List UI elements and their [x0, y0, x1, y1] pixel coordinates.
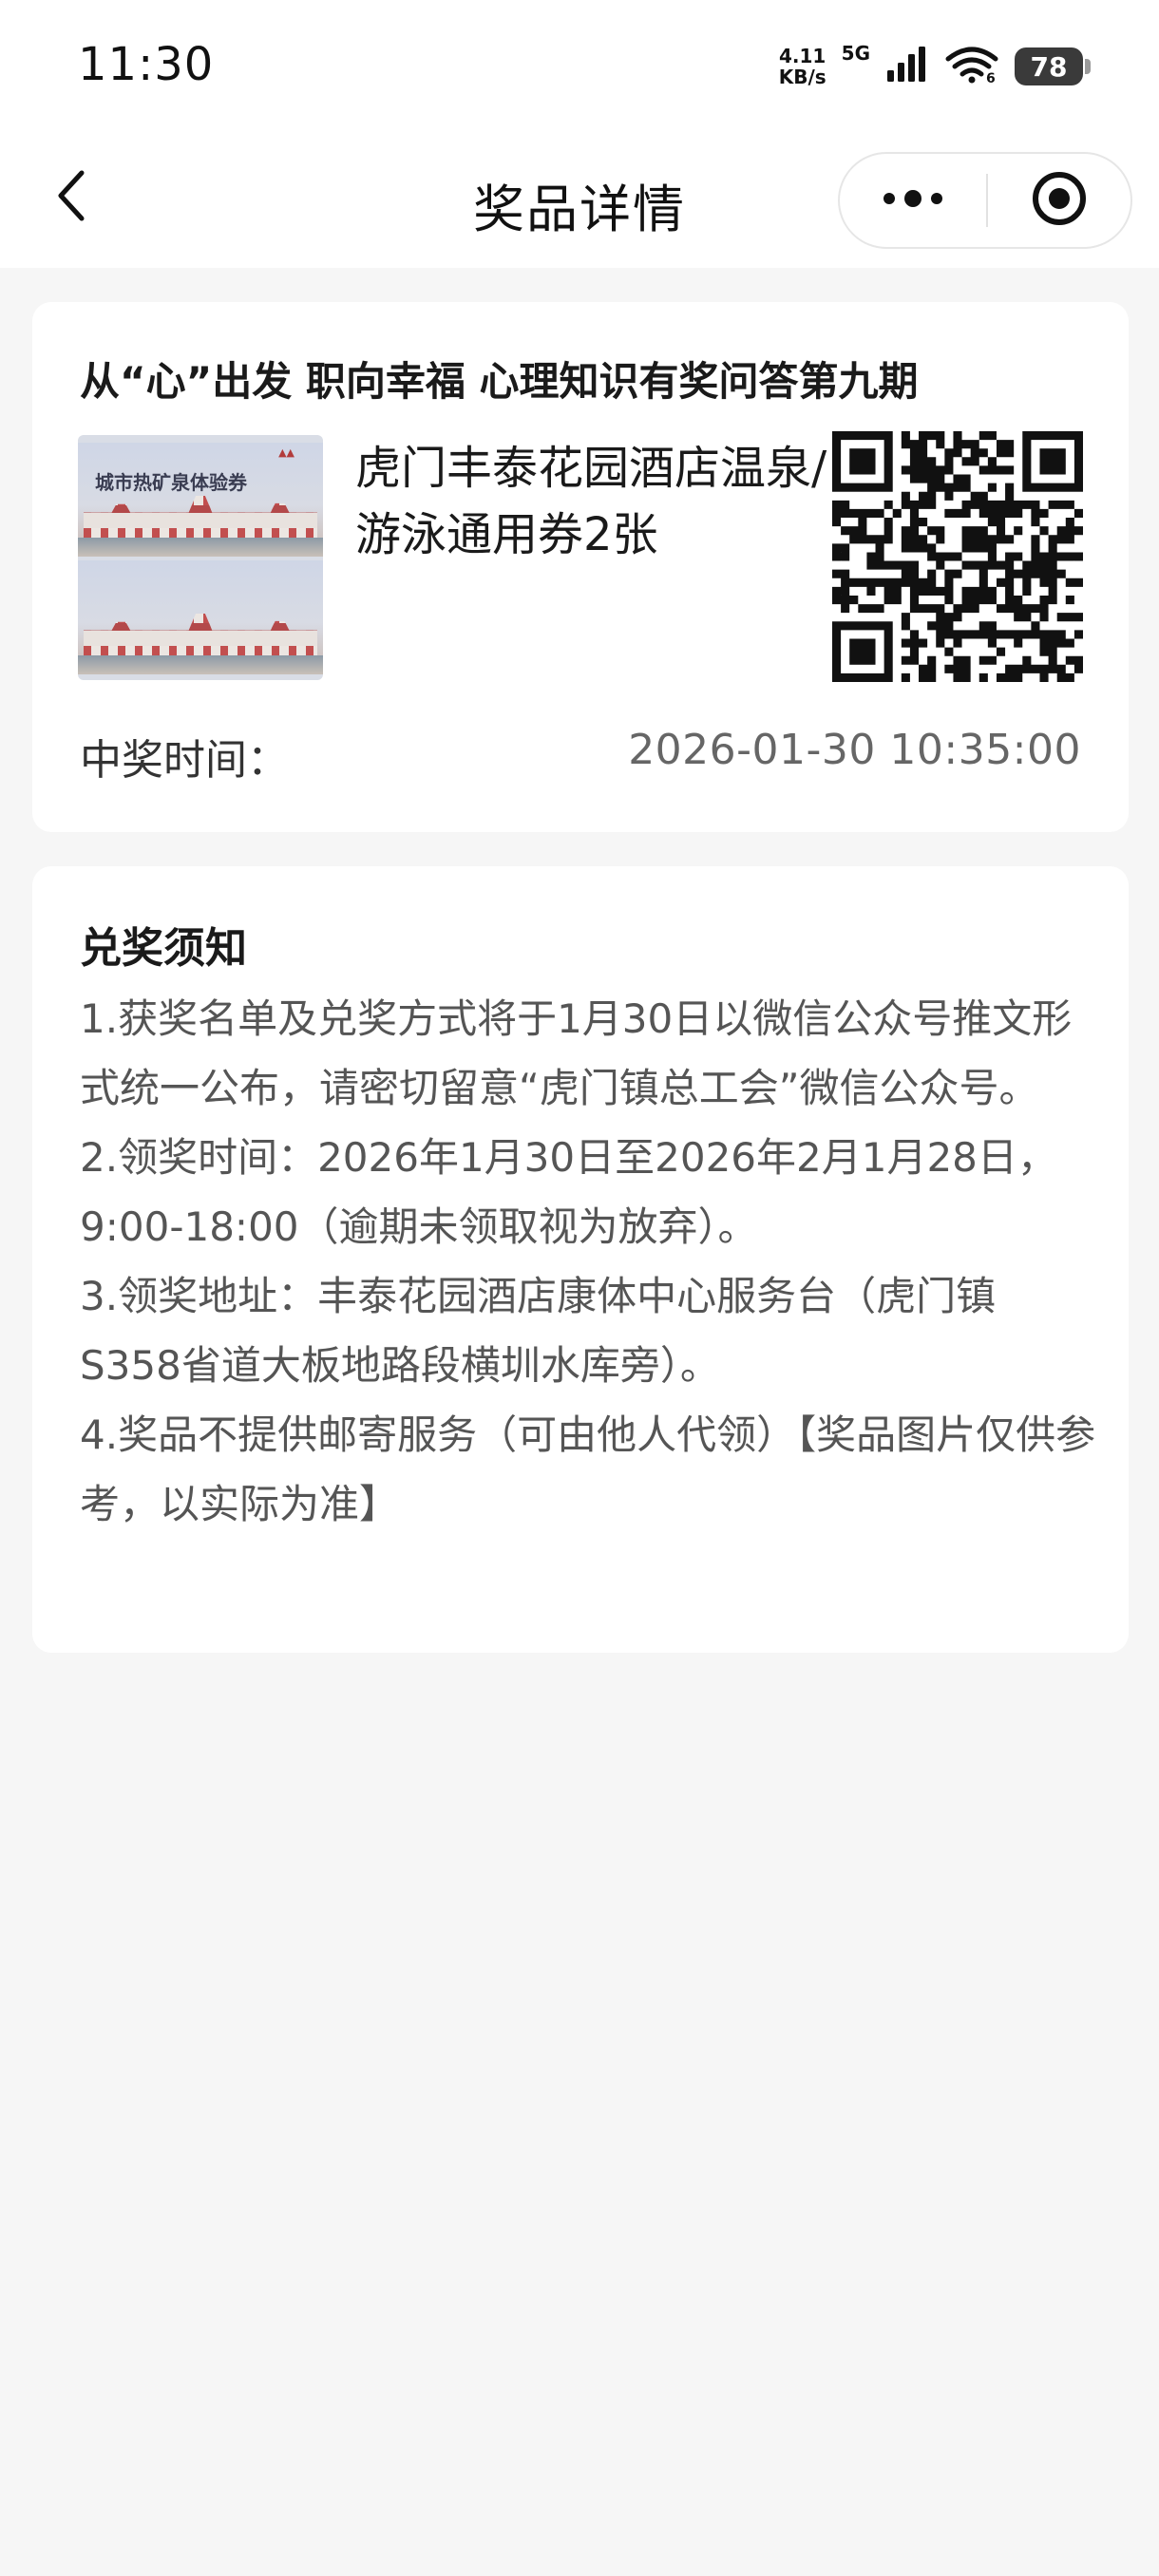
qr-finder-pattern: [1022, 430, 1084, 492]
net-speed-unit: KB/s: [778, 66, 826, 88]
net-speed-value: 4.11: [779, 45, 826, 67]
hotel-building-graphic: [84, 614, 317, 655]
signal-bars-icon: [885, 46, 929, 87]
hotel-building-graphic: [84, 496, 317, 538]
close-button[interactable]: [988, 154, 1130, 247]
svg-text:6: 6: [986, 71, 996, 84]
battery-icon: 78: [1015, 47, 1091, 85]
close-target-icon: [1031, 170, 1088, 231]
water-graphic: [78, 538, 323, 557]
more-button[interactable]: [840, 154, 986, 247]
prize-card: 从“心”出发 职向幸福 心理知识有奖问答第九期 ▲▲ 城市热矿泉体验券 虎门丰泰…: [32, 302, 1129, 832]
win-time-value: 2026-01-30 10:35:00: [628, 726, 1081, 774]
prize-name: 虎门丰泰花园酒店温泉/游泳通用券2张: [355, 442, 827, 561]
network-type: 5G: [841, 42, 870, 65]
status-time: 11:30: [78, 38, 215, 91]
mini-program-capsule: [838, 152, 1132, 249]
qr-code[interactable]: [831, 430, 1084, 683]
qr-finder-pattern: [831, 430, 893, 492]
qr-finder-pattern: [831, 621, 893, 683]
prize-image[interactable]: ▲▲ 城市热矿泉体验券: [78, 435, 323, 680]
water-graphic: [78, 655, 323, 674]
qr-code-graphic: [831, 430, 1084, 683]
notice-item: 3.领奖地址：丰泰花园酒店康体中心服务台（虎门镇S358省道大板地路段横圳水库旁…: [80, 1273, 997, 1389]
notice-list: 1.获奖名单及兑奖方式将于1月30日以微信公众号推文形式统一公布，请密切留意“虎…: [80, 984, 1096, 1539]
redemption-notice-card: 兑奖须知 1.获奖名单及兑奖方式将于1月30日以微信公众号推文形式统一公布，请密…: [32, 866, 1129, 1653]
wifi-icon: 6: [944, 46, 999, 87]
notice-item: 1.获奖名单及兑奖方式将于1月30日以微信公众号推文形式统一公布，请密切留意“虎…: [80, 995, 1073, 1111]
win-time-label: 中奖时间：: [80, 736, 289, 785]
notice-title: 兑奖须知: [80, 924, 247, 973]
voucher-picture: [78, 560, 323, 674]
net-speed: 4.11 KB/s: [779, 46, 826, 87]
status-indicators: 4.11 KB/s 5G 6 78: [779, 40, 1091, 93]
activity-title: 从“心”出发 职向幸福 心理知识有奖问答第九期: [80, 358, 919, 405]
notice-item: 4.奖品不提供邮寄服务（可由他人代领）【奖品图片仅供参考，以实际为准】: [80, 1411, 1096, 1527]
nav-bar: 奖品详情: [0, 133, 1159, 268]
notice-item: 2.领奖时间：2026年1月30日至2026年2月1月28日，9:00-18:0…: [80, 1134, 1057, 1250]
battery-level: 78: [1030, 50, 1068, 83]
more-dots-icon: [880, 189, 946, 212]
status-bar: 11:30 4.11 KB/s 5G 6 78: [0, 0, 1159, 133]
voucher-caption: 城市热矿泉体验券: [95, 471, 247, 494]
voucher-brand-mark: ▲▲: [278, 446, 294, 459]
voucher-picture: ▲▲ 城市热矿泉体验券: [78, 443, 323, 557]
